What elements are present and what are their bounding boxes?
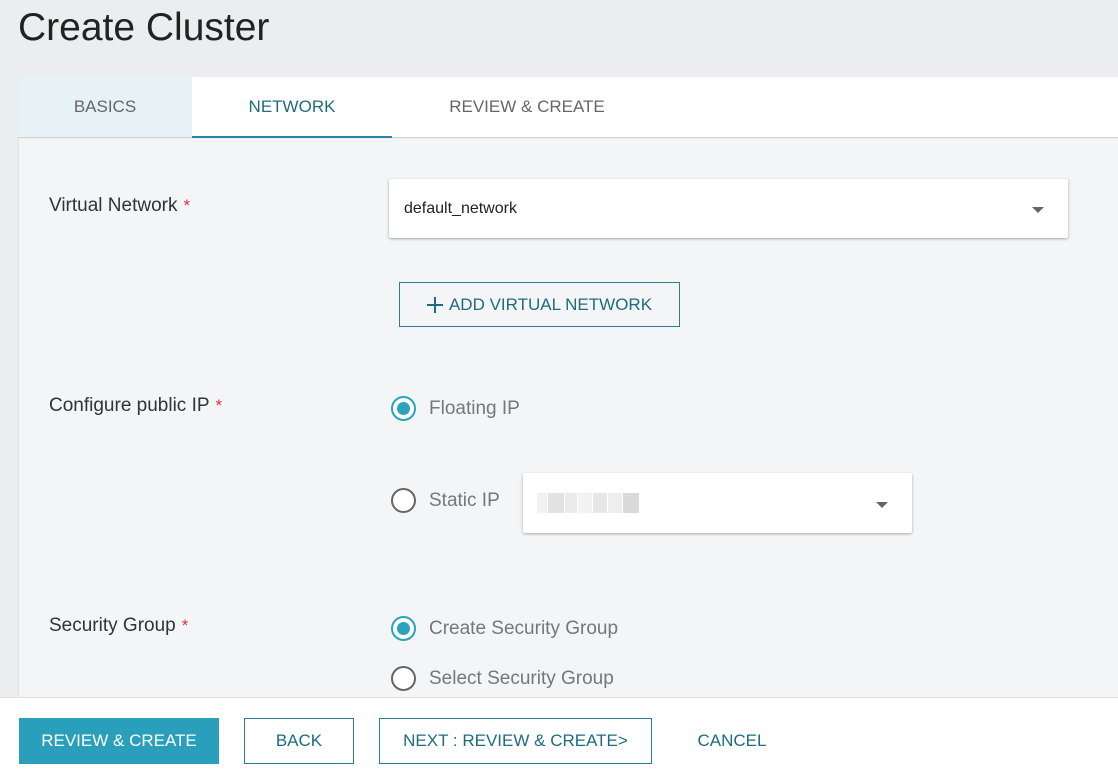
- add-virtual-network-button[interactable]: ADD VIRTUAL NETWORK: [399, 282, 680, 327]
- cancel-button[interactable]: CANCEL: [677, 718, 787, 764]
- select-security-group-label: Select Security Group: [429, 667, 614, 689]
- required-mark: *: [181, 616, 189, 635]
- review-create-button[interactable]: REVIEW & CREATE: [19, 718, 219, 764]
- plus-icon: [426, 296, 443, 313]
- radio-unchecked-icon[interactable]: [391, 488, 416, 513]
- next-review-create-button[interactable]: NEXT : REVIEW & CREATE>: [379, 718, 652, 764]
- tab-bar: BASICS NETWORK REVIEW & CREATE: [18, 77, 1118, 138]
- tab-network[interactable]: NETWORK: [192, 77, 392, 138]
- radio-unchecked-icon[interactable]: [391, 666, 416, 691]
- static-ip-label: Static IP: [429, 489, 500, 511]
- floating-ip-label: Floating IP: [429, 397, 520, 419]
- footer-action-bar: REVIEW & CREATE BACK NEXT : REVIEW & CRE…: [0, 697, 1118, 782]
- virtual-network-label: Virtual Network *: [49, 195, 190, 217]
- create-security-group-label: Create Security Group: [429, 617, 619, 639]
- form-panel: Virtual Network * default_network ADD VIR…: [18, 139, 1118, 697]
- radio-checked-icon[interactable]: [391, 396, 416, 421]
- tab-basics[interactable]: BASICS: [18, 77, 192, 137]
- static-ip-radio[interactable]: Static IP: [391, 488, 500, 513]
- security-group-label-text: Security Group: [49, 615, 176, 636]
- virtual-network-label-text: Virtual Network: [49, 195, 178, 216]
- floating-ip-radio[interactable]: Floating IP: [391, 396, 520, 421]
- required-mark: *: [183, 196, 191, 215]
- security-group-label: Security Group *: [49, 615, 188, 637]
- radio-checked-icon[interactable]: [391, 616, 416, 641]
- chevron-down-icon: [1032, 207, 1044, 213]
- virtual-network-select[interactable]: default_network: [389, 179, 1068, 238]
- chevron-down-icon: [876, 502, 888, 508]
- back-button[interactable]: BACK: [244, 718, 354, 764]
- static-ip-select[interactable]: [523, 473, 912, 533]
- public-ip-label-text: Configure public IP: [49, 395, 210, 416]
- public-ip-label: Configure public IP *: [49, 395, 222, 417]
- page-title: Create Cluster: [18, 6, 270, 49]
- select-security-group-radio[interactable]: Select Security Group: [391, 666, 614, 691]
- tab-review-create[interactable]: REVIEW & CREATE: [392, 77, 662, 137]
- virtual-network-value: default_network: [404, 199, 517, 217]
- create-security-group-radio[interactable]: Create Security Group: [391, 616, 618, 641]
- required-mark: *: [215, 396, 223, 415]
- add-virtual-network-label: ADD VIRTUAL NETWORK: [448, 294, 653, 314]
- static-ip-value-redacted: [523, 493, 640, 513]
